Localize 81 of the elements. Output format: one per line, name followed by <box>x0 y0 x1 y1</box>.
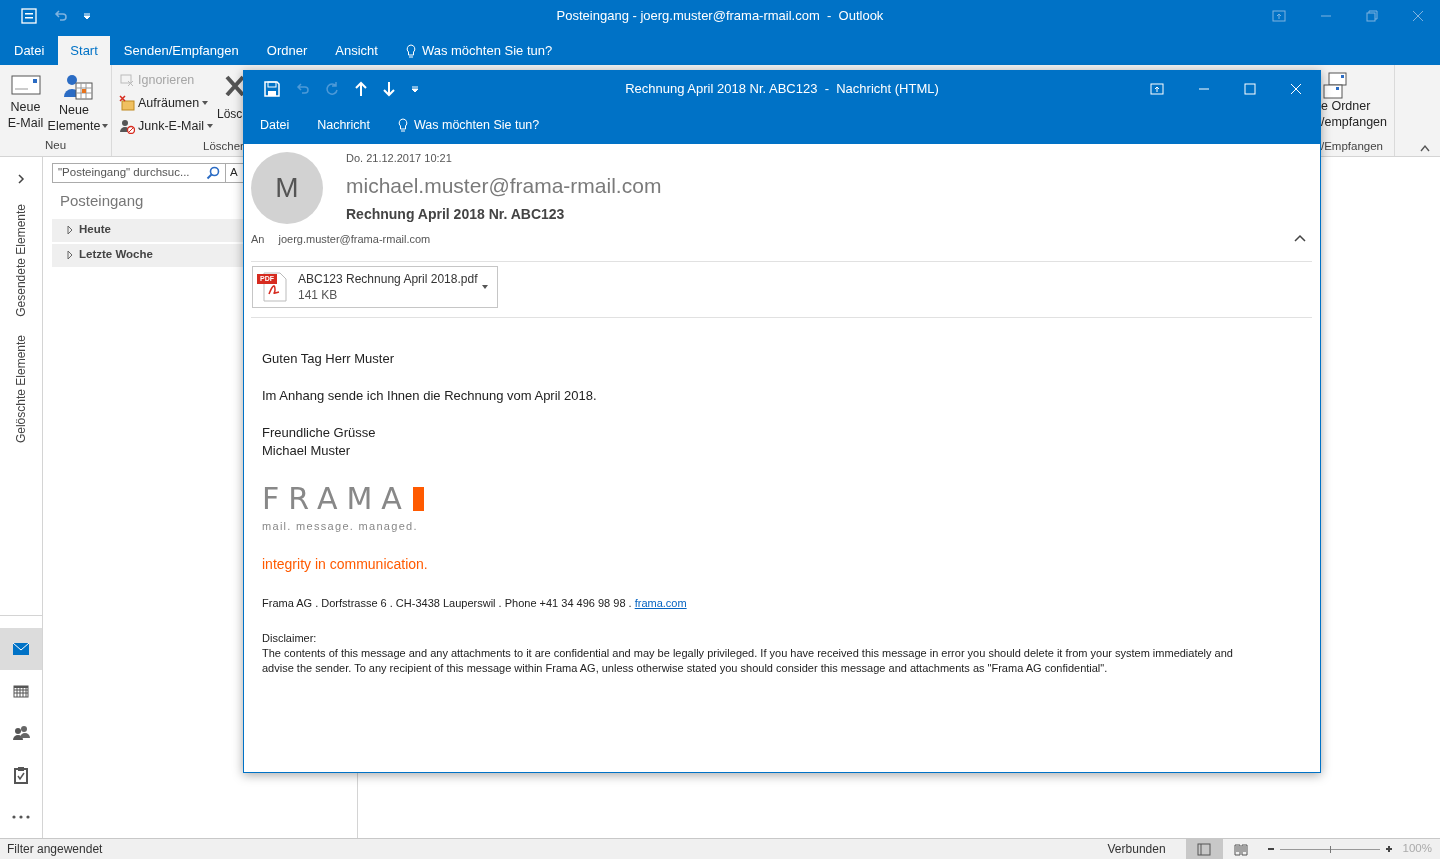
zoom-slider[interactable] <box>1279 843 1380 855</box>
tell-me-field[interactable]: Was möchten Sie tun? <box>391 36 567 65</box>
avatar: M <box>251 152 323 224</box>
ribbon-display-icon[interactable] <box>1272 10 1286 22</box>
send-receive-folder-button[interactable]: e Ordner /empfangen <box>1321 98 1394 130</box>
app-icon[interactable] <box>20 7 38 25</box>
customize-icon[interactable] <box>410 83 420 94</box>
group-label: Löscher <box>203 138 244 154</box>
customize-icon[interactable] <box>82 11 92 21</box>
to-label: An <box>251 232 265 247</box>
ribbon-tab[interactable]: Senden/Empfangen <box>109 36 253 65</box>
body-paragraph: Freundliche Grüsse Michael Muster <box>262 423 377 460</box>
slogan-text: integrity in communication. <box>262 555 429 574</box>
status-text: Filter angewendet <box>7 841 103 858</box>
close-icon[interactable] <box>1412 10 1424 22</box>
dropdown-icon <box>482 284 488 289</box>
undo-icon[interactable] <box>52 8 68 24</box>
people-icon <box>12 724 30 742</box>
menu-tab[interactable]: Nachricht <box>303 106 384 144</box>
group-label: Neu <box>43 138 68 153</box>
body-paragraph: Guten Tag Herr Muster <box>262 349 395 368</box>
caret-icon <box>207 124 213 128</box>
folder-link[interactable]: Gelöschte Elemente <box>12 334 30 443</box>
website-link[interactable]: frama.com <box>634 597 687 609</box>
delete-icon <box>225 74 243 96</box>
view-button[interactable] <box>1185 839 1223 859</box>
nav-button[interactable] <box>0 628 42 670</box>
body-paragraph: Im Anhang sende ich Ihnen die Rechnung vom April 2018. <box>262 386 598 405</box>
tell-me-field[interactable]: Was möchten Sie tun? <box>384 106 554 144</box>
search-icon <box>206 166 220 180</box>
zoom-out-icon[interactable] <box>1266 845 1275 853</box>
group-header[interactable]: Heute <box>52 218 243 242</box>
cleanup-icon <box>119 95 135 111</box>
calendar-icon <box>12 682 30 700</box>
save-icon[interactable] <box>264 80 280 97</box>
more-icon <box>12 815 30 819</box>
connection-status: Verbunden <box>1107 841 1166 858</box>
caret-icon <box>102 124 109 128</box>
caret-icon <box>202 101 209 105</box>
attachment-name: ABC123 Rechnung April 2018.pdf <box>298 270 478 287</box>
lightbulb-icon <box>398 118 408 132</box>
delete-button[interactable]: Lösc <box>217 105 243 123</box>
group-header[interactable]: Letzte Woche <box>52 243 243 267</box>
collapse-ribbon-icon[interactable] <box>1420 144 1430 152</box>
lightbulb-icon <box>405 43 416 58</box>
window-title: Posteingang - joerg.muster@frama-rmail.com - Outlook <box>556 8 884 24</box>
ribbon-tab[interactable]: Datei <box>0 36 59 65</box>
new-email-button[interactable]: Neue E-Mail <box>4 71 47 137</box>
sender-address: michael.muster@frama-rmail.com <box>346 172 662 199</box>
zoom-in-icon[interactable] <box>1384 845 1393 853</box>
maximize-icon[interactable] <box>1244 82 1256 95</box>
down-arrow-icon[interactable] <box>382 80 396 97</box>
window-title: Rechnung April 2018 Nr. ABC123 - Nachricht (HTML) <box>625 80 939 96</box>
menu-tab[interactable]: Datei <box>246 106 304 144</box>
ribbon-tab[interactable]: Start <box>58 36 110 65</box>
up-arrow-icon[interactable] <box>354 80 368 97</box>
zoom-level: 100% <box>1402 841 1432 857</box>
folder-title: Posteingang <box>60 191 145 211</box>
folder-link[interactable]: Gesendete Elemente <box>12 204 30 317</box>
frama-logo: FRAMA mail. message. managed. <box>262 483 424 534</box>
address-line: Frama AG . Dorfstrasse 6 . CH-3438 Lauperswil . Phone +41 34 496 98 98 . frama.com <box>262 596 688 611</box>
collapse-header-icon[interactable] <box>1294 234 1306 242</box>
subject-text: Rechnung April 2018 Nr. ABC123 <box>346 205 566 224</box>
ignore-icon <box>119 72 135 88</box>
tasks-icon <box>12 766 30 784</box>
junk-icon <box>119 118 135 134</box>
expand-icon[interactable] <box>17 174 25 184</box>
search-field[interactable]: "Posteingang" durchsuc... <box>52 163 226 183</box>
reading-view-icon <box>1234 842 1249 856</box>
disclaimer-title: Disclaimer: <box>262 630 318 646</box>
ribbon-tab[interactable]: Ordner <box>252 36 322 65</box>
attachment-size: 141 KB <box>298 286 339 303</box>
mail-icon <box>12 640 30 658</box>
recipient-address: joerg.muster@frama-rmail.com <box>278 232 431 247</box>
normal-view-icon <box>1197 842 1212 856</box>
ribbon-tab[interactable]: Ansicht <box>321 36 392 65</box>
date-text: Do. 21.12.2017 10:21 <box>346 151 453 166</box>
send-receive-icon <box>1323 71 1347 101</box>
group-label: /Empfangen <box>1321 138 1384 154</box>
disclaimer-text: The contents of this message and any attachments to it are confidential and may be legally privileged. If you have received this message in error you should delete it from your system immediately and advise the sender. To any recipient of this message within Frama AG, unless otherwise stated you should consider this message and attachments as "Frama AG confidential". <box>262 646 1234 676</box>
new-items-button[interactable]: Neue Elemente <box>49 71 107 137</box>
